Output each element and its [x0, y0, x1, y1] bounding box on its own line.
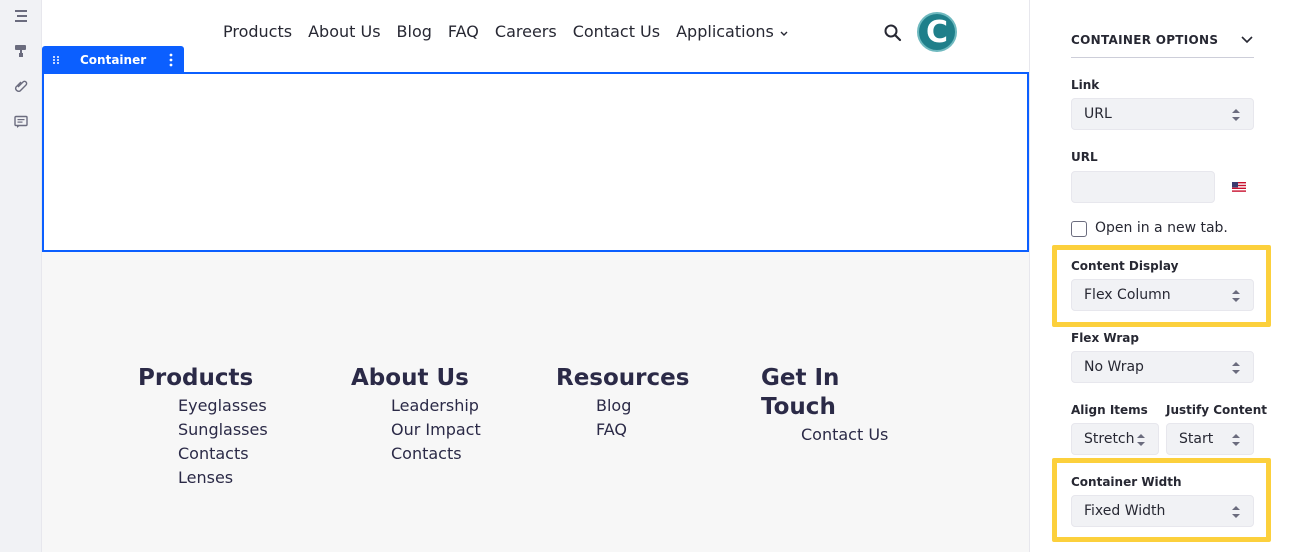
select-arrows-icon: [1232, 290, 1240, 302]
nav-link-products[interactable]: Products: [223, 22, 292, 41]
chevron-down-icon: [1241, 36, 1253, 44]
footer-heading: Products: [138, 365, 254, 391]
container-width-value: Fixed Width: [1084, 503, 1166, 519]
footer-column-get-in-touch: Get In Touch Contact Us: [761, 364, 888, 447]
nav-link-faq[interactable]: FAQ: [448, 22, 479, 41]
select-arrows-icon: [1232, 362, 1240, 374]
link-select[interactable]: URL: [1071, 98, 1254, 130]
select-arrows-icon: [1137, 434, 1145, 446]
nav-link-careers[interactable]: Careers: [495, 22, 557, 41]
site-footer: Products Eyeglasses Sunglasses Contacts …: [42, 252, 1029, 552]
nav-dropdown-applications[interactable]: Applications: [676, 22, 790, 41]
container-fragment[interactable]: [42, 72, 1029, 252]
container-label: Container: [80, 52, 147, 67]
panel-title: CONTAINER OPTIONS: [1071, 33, 1219, 47]
open-new-tab-checkbox[interactable]: [1071, 221, 1087, 237]
footer-column-resources: Resources Blog FAQ: [556, 364, 689, 442]
justify-content-select[interactable]: Start: [1166, 423, 1254, 455]
nav-dropdown-label: Applications: [676, 22, 774, 41]
footer-link[interactable]: Eyeglasses: [178, 394, 268, 418]
footer-heading-line: Get In: [761, 365, 840, 391]
footer-link[interactable]: FAQ: [596, 418, 689, 442]
site-header: Products About Us Blog FAQ Careers Conta…: [42, 0, 1029, 70]
chevron-down-icon: [780, 31, 788, 36]
paperclip-icon[interactable]: [10, 75, 32, 97]
flex-wrap-label: Flex Wrap: [1071, 331, 1139, 345]
kebab-menu-icon[interactable]: [158, 46, 184, 73]
link-select-value: URL: [1084, 106, 1112, 122]
footer-heading-line: Touch: [761, 394, 836, 420]
footer-column-products: Products Eyeglasses Sunglasses Contacts …: [138, 364, 268, 490]
url-input[interactable]: [1071, 171, 1215, 203]
select-arrows-icon: [1232, 109, 1240, 121]
footer-link[interactable]: Contacts: [178, 442, 268, 466]
content-display-label: Content Display: [1071, 259, 1179, 273]
open-new-tab-label: Open in a new tab.: [1095, 220, 1228, 236]
justify-content-value: Start: [1179, 431, 1214, 447]
nav-link-contact-us[interactable]: Contact Us: [573, 22, 660, 41]
align-items-select[interactable]: Stretch: [1071, 423, 1159, 455]
search-icon[interactable]: [882, 22, 904, 44]
content-display-select[interactable]: Flex Column: [1071, 279, 1254, 311]
nav-link-blog[interactable]: Blog: [397, 22, 432, 41]
footer-heading: About Us: [351, 365, 469, 391]
align-items-value: Stretch: [1084, 431, 1135, 447]
footer-link[interactable]: Contacts: [391, 442, 481, 466]
page-structure-icon[interactable]: [10, 5, 32, 27]
container-width-label: Container Width: [1071, 475, 1182, 489]
flex-wrap-value: No Wrap: [1084, 359, 1144, 375]
page-canvas: Products About Us Blog FAQ Careers Conta…: [42, 0, 1029, 552]
footer-link[interactable]: Blog: [596, 394, 689, 418]
content-display-value: Flex Column: [1084, 287, 1171, 303]
link-label: Link: [1071, 78, 1100, 92]
select-arrows-icon: [1232, 506, 1240, 518]
footer-link[interactable]: Contact Us: [801, 423, 888, 447]
url-label: URL: [1071, 150, 1098, 164]
drag-handle-icon[interactable]: [42, 46, 70, 73]
us-flag-icon[interactable]: [1232, 182, 1246, 192]
footer-link[interactable]: Leadership: [391, 394, 481, 418]
main-nav: Products About Us Blog FAQ Careers Conta…: [223, 22, 806, 41]
footer-link[interactable]: Sunglasses: [178, 418, 268, 442]
comment-icon[interactable]: [10, 111, 32, 133]
nav-link-about-us[interactable]: About Us: [308, 22, 380, 41]
select-arrows-icon: [1232, 434, 1240, 446]
panel-collapse-toggle[interactable]: CONTAINER OPTIONS: [1071, 26, 1254, 58]
footer-column-about-us: About Us Leadership Our Impact Contacts: [351, 364, 481, 466]
footer-link[interactable]: Our Impact: [391, 418, 481, 442]
footer-heading: Resources: [556, 365, 690, 391]
footer-heading: Get In Touch: [761, 364, 888, 422]
container-options-panel: CONTAINER OPTIONS Link URL URL Open in a…: [1029, 0, 1292, 552]
avatar[interactable]: C: [917, 12, 957, 52]
paint-roller-icon[interactable]: [10, 40, 32, 62]
flex-wrap-select[interactable]: No Wrap: [1071, 351, 1254, 383]
align-items-label: Align Items: [1071, 403, 1148, 417]
container-width-select[interactable]: Fixed Width: [1071, 495, 1254, 527]
justify-content-label: Justify Content: [1166, 403, 1267, 417]
left-sidebar: [0, 0, 42, 552]
footer-link[interactable]: Lenses: [178, 466, 268, 490]
container-topper: Container: [42, 46, 184, 73]
